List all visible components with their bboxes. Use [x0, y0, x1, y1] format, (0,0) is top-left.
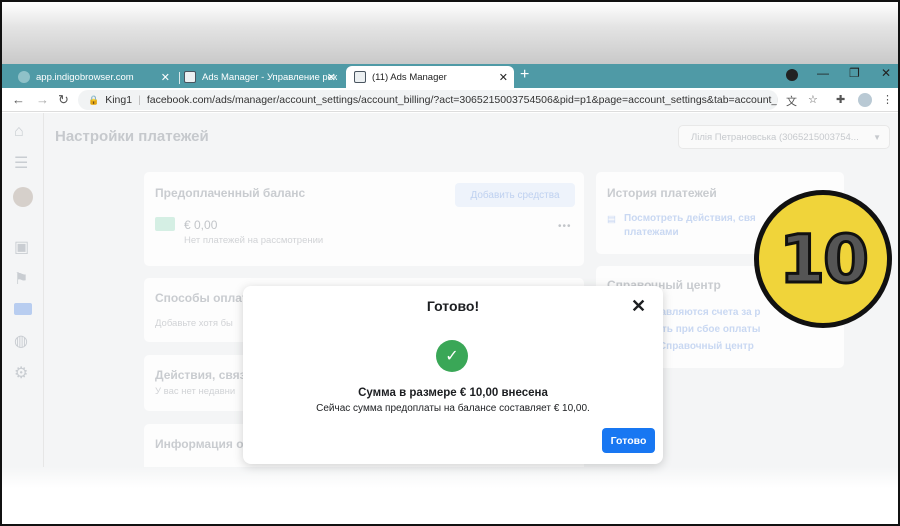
badge-number: 10 [778, 219, 871, 299]
account-selector[interactable]: Лілія Петрановська (3065215003754... ▼ [678, 125, 890, 149]
page-title: Настройки платежей [55, 128, 209, 145]
tab-label: app.indigobrowser.com [36, 71, 134, 83]
settings-list-icon[interactable]: ⚙ [14, 363, 28, 383]
ads-manager-icon [184, 71, 196, 83]
extensions-puzzle-icon[interactable]: ✚ [836, 93, 845, 106]
tab-label: Ads Manager - Управление рек [202, 71, 338, 83]
tab-ads-manager-active[interactable]: (11) Ads Manager ✕ [346, 66, 514, 88]
left-nav: ⌂ ☰ ▣ ⚑ ◍ ⚙ [2, 113, 44, 467]
address-bar[interactable]: 🔒 King1 | facebook.com/ads/manager/accou… [78, 90, 778, 110]
balance-amount: € 0,00 [184, 218, 218, 232]
close-tab-icon[interactable]: ✕ [327, 71, 336, 84]
help-link-help-center[interactable]: ь Справочный центр [650, 341, 754, 352]
help-link-billing[interactable]: ставляются счета за р [650, 307, 761, 318]
payment-methods-title: Способы оплат [155, 291, 248, 305]
reload-icon[interactable]: ↻ [58, 92, 69, 108]
tab-label: (11) Ads Manager [372, 71, 447, 83]
tab-bar: app.indigobrowser.com ✕ Ads Manager - Уп… [2, 64, 898, 88]
screenshot-frame: app.indigobrowser.com ✕ Ads Manager - Уп… [0, 0, 900, 526]
more-options-icon[interactable]: ••• [558, 221, 572, 232]
chevron-down-icon: ▼ [873, 132, 881, 142]
profile-name: King1 [105, 94, 133, 106]
ads-manager-icon [354, 71, 366, 83]
history-link-line2[interactable]: платежами [624, 227, 679, 238]
payment-actions-title: Действия, связ [155, 368, 246, 382]
dialog-message: Сейчас сумма предоплаты на балансе соста… [316, 403, 590, 414]
top-backdrop [2, 2, 898, 64]
menu-icon[interactable]: ☰ [14, 153, 28, 173]
payment-history-title: История платежей [607, 186, 717, 200]
account-avatar-icon[interactable] [858, 93, 872, 107]
tab-separator [179, 72, 180, 84]
close-tab-icon[interactable]: ✕ [499, 71, 508, 84]
close-window-icon[interactable]: ✕ [881, 66, 891, 80]
close-icon[interactable]: ✕ [631, 296, 646, 317]
home-icon[interactable]: ⌂ [14, 123, 24, 141]
new-tab-plus-icon[interactable]: + [520, 66, 529, 84]
bookmark-star-icon[interactable]: ☆ [808, 93, 818, 106]
account-name: Лілія Петрановська (3065215003754... [691, 131, 859, 143]
restore-icon[interactable]: ❐ [849, 66, 860, 80]
close-tab-icon[interactable]: ✕ [161, 71, 170, 84]
dialog-headline: Сумма в размере € 10,00 внесена [358, 387, 548, 399]
tab-ads-manager-ru[interactable]: Ads Manager - Управление рек ✕ [184, 66, 342, 88]
profile-menu-icon[interactable] [786, 69, 798, 81]
globe-icon[interactable]: ◍ [14, 331, 28, 351]
translate-icon[interactable]: 文 [786, 93, 797, 109]
globe-icon [18, 71, 30, 83]
help-link-failed-payment[interactable]: лать при сбое оплаты [650, 324, 760, 335]
history-link-line1[interactable]: Посмотреть действия, свя [624, 213, 756, 224]
url-text: facebook.com/ads/manager/account_setting… [146, 94, 778, 106]
campaigns-icon[interactable]: ▣ [14, 237, 29, 257]
done-button[interactable]: Готово [602, 428, 655, 453]
account-avatar[interactable] [13, 187, 33, 207]
info-title: Информация о [155, 437, 244, 451]
flag-icon[interactable]: ⚑ [14, 269, 28, 289]
lock-icon: 🔒 [88, 94, 100, 105]
billing-card-icon[interactable] [14, 303, 32, 315]
history-icon: ▤ [607, 214, 616, 225]
payment-methods-subtitle: Добавьте хотя бы [155, 318, 233, 329]
minimize-icon[interactable]: — [817, 66, 829, 80]
more-vertical-icon[interactable]: ⋮ [882, 93, 893, 106]
divider: | [138, 94, 141, 106]
bottom-backdrop [2, 467, 898, 524]
payment-actions-subtitle: У вас нет недавни [155, 386, 236, 397]
add-funds-button[interactable]: Добавить средства [455, 183, 575, 207]
success-dialog: Готово! ✕ ✓ Сумма в размере € 10,00 внес… [243, 286, 663, 464]
forward-arrow-icon[interactable]: → [36, 92, 49, 107]
tab-indigo[interactable]: app.indigobrowser.com ✕ [18, 66, 176, 88]
prepaid-title: Предоплаченный баланс [155, 186, 306, 200]
checkmark-icon: ✓ [436, 340, 468, 372]
wallet-icon [155, 217, 175, 231]
browser-toolbar: ← → ↻ 🔒 King1 | facebook.com/ads/manager… [2, 88, 898, 112]
step-number-badge: 10 [754, 190, 892, 328]
pending-note: Нет платежей на рассмотрении [184, 235, 324, 246]
dialog-title: Готово! [426, 298, 480, 314]
back-arrow-icon[interactable]: ← [12, 92, 25, 107]
